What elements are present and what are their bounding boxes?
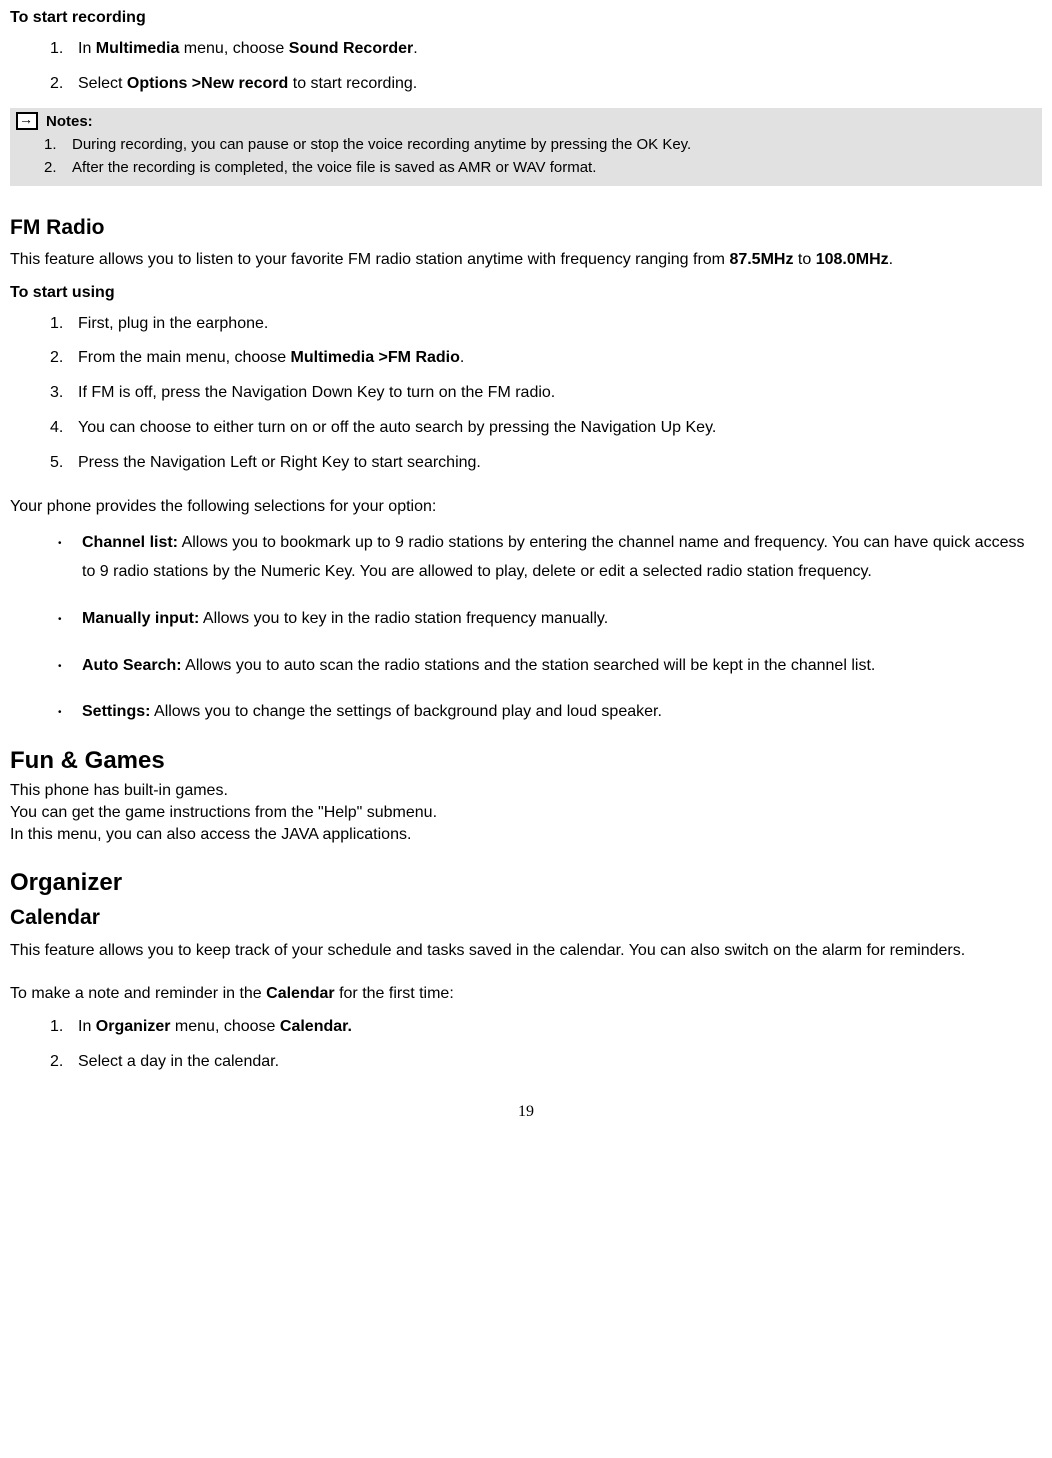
- fun-games-line: You can get the game instructions from t…: [10, 802, 1042, 824]
- fm-radio-heading: FM Radio: [10, 214, 1042, 241]
- list-item: 2. From the main menu, choose Multimedia…: [50, 348, 1042, 369]
- list-item: • Channel list: Allows you to bookmark u…: [58, 529, 1042, 587]
- step-number: 4.: [50, 418, 78, 439]
- list-item: • Settings: Allows you to change the set…: [58, 698, 1042, 727]
- note-text: During recording, you can pause or stop …: [72, 134, 691, 155]
- step-text: If FM is off, press the Navigation Down …: [78, 383, 555, 404]
- step-number: 1.: [50, 314, 78, 335]
- bullet-icon: •: [58, 698, 82, 727]
- list-item: 2. After the recording is completed, the…: [44, 157, 1036, 178]
- list-item: 1. In Organizer menu, choose Calendar.: [50, 1017, 1042, 1038]
- make-note-line: To make a note and reminder in the Calen…: [10, 983, 1042, 1005]
- list-item: 2. Select Options >New record to start r…: [50, 74, 1042, 95]
- step-text: First, plug in the earphone.: [78, 314, 268, 335]
- option-text: Channel list: Allows you to bookmark up …: [82, 529, 1042, 587]
- option-text: Settings: Allows you to change the setti…: [82, 698, 662, 727]
- notes-box: Notes: 1. During recording, you can paus…: [10, 108, 1042, 186]
- step-number: 1.: [50, 1017, 78, 1038]
- step-number: 1.: [44, 134, 72, 155]
- step-text: In Multimedia menu, choose Sound Recorde…: [78, 39, 418, 60]
- step-number: 1.: [50, 39, 78, 60]
- page-number: 19: [10, 1102, 1042, 1123]
- option-text: Manually input: Allows you to key in the…: [82, 605, 608, 634]
- step-number: 2.: [50, 74, 78, 95]
- step-text: Select Options >New record to start reco…: [78, 74, 417, 95]
- list-item: • Manually input: Allows you to key in t…: [58, 605, 1042, 634]
- list-item: 2. Select a day in the calendar.: [50, 1052, 1042, 1073]
- step-number: 2.: [44, 157, 72, 178]
- fm-steps: 1. First, plug in the earphone. 2. From …: [50, 314, 1042, 474]
- step-number: 2.: [50, 348, 78, 369]
- step-number: 5.: [50, 453, 78, 474]
- fun-games-line: In this menu, you can also access the JA…: [10, 824, 1042, 846]
- list-item: 5. Press the Navigation Left or Right Ke…: [50, 453, 1042, 474]
- option-text: Auto Search: Allows you to auto scan the…: [82, 652, 875, 681]
- organizer-heading: Organizer: [10, 867, 1042, 898]
- recording-heading: To start recording: [10, 8, 1042, 29]
- arrow-box-icon: [16, 112, 38, 130]
- list-item: 4. You can choose to either turn on or o…: [50, 418, 1042, 439]
- list-item: 1. First, plug in the earphone.: [50, 314, 1042, 335]
- notes-title: Notes:: [46, 112, 93, 132]
- fm-options-intro: Your phone provides the following select…: [10, 496, 1042, 518]
- fm-options-list: • Channel list: Allows you to bookmark u…: [58, 529, 1042, 727]
- step-text: Select a day in the calendar.: [78, 1052, 279, 1073]
- fm-start-heading: To start using: [10, 283, 1042, 304]
- bullet-icon: •: [58, 652, 82, 681]
- calendar-heading: Calendar: [10, 904, 1042, 931]
- note-text: After the recording is completed, the vo…: [72, 157, 596, 178]
- fm-radio-intro: This feature allows you to listen to you…: [10, 249, 1042, 271]
- recording-steps: 1. In Multimedia menu, choose Sound Reco…: [50, 39, 1042, 95]
- step-number: 2.: [50, 1052, 78, 1073]
- list-item: • Auto Search: Allows you to auto scan t…: [58, 652, 1042, 681]
- list-item: 1. During recording, you can pause or st…: [44, 134, 1036, 155]
- step-text: Press the Navigation Left or Right Key t…: [78, 453, 481, 474]
- calendar-intro: This feature allows you to keep track of…: [10, 940, 1042, 962]
- step-text: From the main menu, choose Multimedia >F…: [78, 348, 464, 369]
- fun-games-heading: Fun & Games: [10, 745, 1042, 776]
- step-text: You can choose to either turn on or off …: [78, 418, 716, 439]
- step-text: In Organizer menu, choose Calendar.: [78, 1017, 352, 1038]
- list-item: 1. In Multimedia menu, choose Sound Reco…: [50, 39, 1042, 60]
- list-item: 3. If FM is off, press the Navigation Do…: [50, 383, 1042, 404]
- step-number: 3.: [50, 383, 78, 404]
- fun-games-line: This phone has built-in games.: [10, 780, 1042, 802]
- bullet-icon: •: [58, 605, 82, 634]
- organizer-steps: 1. In Organizer menu, choose Calendar. 2…: [50, 1017, 1042, 1073]
- bullet-icon: •: [58, 529, 82, 587]
